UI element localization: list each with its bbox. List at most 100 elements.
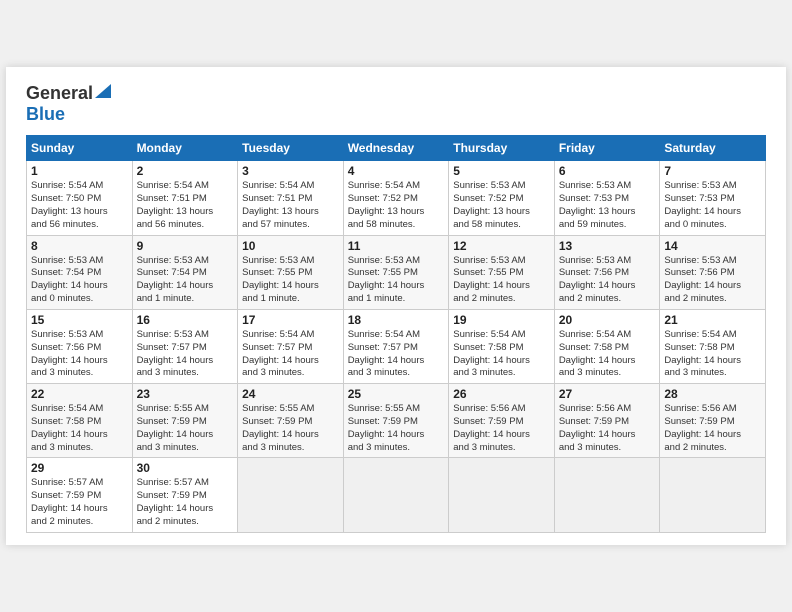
logo-text: General [26, 83, 93, 104]
week-row-5: 29 Sunrise: 5:57 AMSunset: 7:59 PMDayligh… [27, 458, 766, 532]
day-number: 11 [348, 239, 445, 253]
day-header-thursday: Thursday [449, 136, 555, 161]
day-number: 26 [453, 387, 550, 401]
day-cell: 24 Sunrise: 5:55 AMSunset: 7:59 PMDayligh… [238, 384, 344, 458]
day-number: 18 [348, 313, 445, 327]
day-cell: 11 Sunrise: 5:53 AMSunset: 7:55 PMDayligh… [343, 235, 449, 309]
day-cell [238, 458, 344, 532]
day-info: Sunrise: 5:56 AMSunset: 7:59 PMDaylight:… [453, 403, 550, 454]
day-info: Sunrise: 5:57 AMSunset: 7:59 PMDaylight:… [31, 477, 128, 528]
day-cell: 25 Sunrise: 5:55 AMSunset: 7:59 PMDayligh… [343, 384, 449, 458]
day-cell: 30 Sunrise: 5:57 AMSunset: 7:59 PMDayligh… [132, 458, 238, 532]
day-cell: 23 Sunrise: 5:55 AMSunset: 7:59 PMDayligh… [132, 384, 238, 458]
day-number: 3 [242, 164, 339, 178]
day-info: Sunrise: 5:53 AMSunset: 7:56 PMDaylight:… [559, 255, 656, 306]
day-number: 30 [137, 461, 234, 475]
day-cell: 2 Sunrise: 5:54 AMSunset: 7:51 PMDaylight… [132, 161, 238, 235]
day-cell [554, 458, 660, 532]
day-info: Sunrise: 5:53 AMSunset: 7:54 PMDaylight:… [137, 255, 234, 306]
day-cell [343, 458, 449, 532]
day-cell: 4 Sunrise: 5:54 AMSunset: 7:52 PMDaylight… [343, 161, 449, 235]
day-info: Sunrise: 5:53 AMSunset: 7:52 PMDaylight:… [453, 180, 550, 231]
day-number: 28 [664, 387, 761, 401]
day-number: 13 [559, 239, 656, 253]
logo-blue-text: Blue [26, 104, 65, 125]
day-info: Sunrise: 5:54 AMSunset: 7:58 PMDaylight:… [559, 329, 656, 380]
day-info: Sunrise: 5:57 AMSunset: 7:59 PMDaylight:… [137, 477, 234, 528]
day-info: Sunrise: 5:53 AMSunset: 7:53 PMDaylight:… [559, 180, 656, 231]
day-info: Sunrise: 5:54 AMSunset: 7:51 PMDaylight:… [242, 180, 339, 231]
day-info: Sunrise: 5:53 AMSunset: 7:57 PMDaylight:… [137, 329, 234, 380]
day-cell [660, 458, 766, 532]
calendar-table: SundayMondayTuesdayWednesdayThursdayFrid… [26, 135, 766, 532]
day-cell: 20 Sunrise: 5:54 AMSunset: 7:58 PMDayligh… [554, 309, 660, 383]
day-number: 17 [242, 313, 339, 327]
day-info: Sunrise: 5:55 AMSunset: 7:59 PMDaylight:… [348, 403, 445, 454]
day-cell: 14 Sunrise: 5:53 AMSunset: 7:56 PMDayligh… [660, 235, 766, 309]
day-info: Sunrise: 5:53 AMSunset: 7:55 PMDaylight:… [242, 255, 339, 306]
day-info: Sunrise: 5:54 AMSunset: 7:50 PMDaylight:… [31, 180, 128, 231]
week-row-1: 1Sunrise: 5:54 AMSunset: 7:50 PMDaylight… [27, 161, 766, 235]
day-number: 24 [242, 387, 339, 401]
day-cell: 15Sunrise: 5:53 AMSunset: 7:56 PMDayligh… [27, 309, 133, 383]
logo-icon [95, 84, 111, 103]
day-number: 14 [664, 239, 761, 253]
day-info: Sunrise: 5:53 AMSunset: 7:54 PMDaylight:… [31, 255, 128, 306]
day-info: Sunrise: 5:53 AMSunset: 7:53 PMDaylight:… [664, 180, 761, 231]
day-number: 20 [559, 313, 656, 327]
day-info: Sunrise: 5:55 AMSunset: 7:59 PMDaylight:… [242, 403, 339, 454]
day-number: 23 [137, 387, 234, 401]
day-cell: 29 Sunrise: 5:57 AMSunset: 7:59 PMDayligh… [27, 458, 133, 532]
day-info: Sunrise: 5:54 AMSunset: 7:58 PMDaylight:… [453, 329, 550, 380]
day-info: Sunrise: 5:53 AMSunset: 7:55 PMDaylight:… [348, 255, 445, 306]
day-cell: 21Sunrise: 5:54 AMSunset: 7:58 PMDayligh… [660, 309, 766, 383]
day-number: 27 [559, 387, 656, 401]
page-header: General Blue [26, 83, 766, 125]
day-cell: 27 Sunrise: 5:56 AMSunset: 7:59 PMDayligh… [554, 384, 660, 458]
day-number: 4 [348, 164, 445, 178]
day-info: Sunrise: 5:56 AMSunset: 7:59 PMDaylight:… [664, 403, 761, 454]
day-number: 5 [453, 164, 550, 178]
day-info: Sunrise: 5:53 AMSunset: 7:55 PMDaylight:… [453, 255, 550, 306]
day-cell: 26 Sunrise: 5:56 AMSunset: 7:59 PMDayligh… [449, 384, 555, 458]
day-cell: 17 Sunrise: 5:54 AMSunset: 7:57 PMDayligh… [238, 309, 344, 383]
day-number: 29 [31, 461, 128, 475]
day-header-wednesday: Wednesday [343, 136, 449, 161]
day-info: Sunrise: 5:54 AMSunset: 7:57 PMDaylight:… [242, 329, 339, 380]
day-cell: 10 Sunrise: 5:53 AMSunset: 7:55 PMDayligh… [238, 235, 344, 309]
week-row-2: 8 Sunrise: 5:53 AMSunset: 7:54 PMDaylight… [27, 235, 766, 309]
day-cell: 6 Sunrise: 5:53 AMSunset: 7:53 PMDaylight… [554, 161, 660, 235]
day-number: 10 [242, 239, 339, 253]
day-cell: 9 Sunrise: 5:53 AMSunset: 7:54 PMDaylight… [132, 235, 238, 309]
day-number: 12 [453, 239, 550, 253]
day-cell: 19Sunrise: 5:54 AMSunset: 7:58 PMDayligh… [449, 309, 555, 383]
day-header-tuesday: Tuesday [238, 136, 344, 161]
day-header-monday: Monday [132, 136, 238, 161]
day-number: 25 [348, 387, 445, 401]
day-info: Sunrise: 5:56 AMSunset: 7:59 PMDaylight:… [559, 403, 656, 454]
day-info: Sunrise: 5:54 AMSunset: 7:58 PMDaylight:… [31, 403, 128, 454]
day-cell: 7 Sunrise: 5:53 AMSunset: 7:53 PMDaylight… [660, 161, 766, 235]
day-header-friday: Friday [554, 136, 660, 161]
day-number: 2 [137, 164, 234, 178]
day-cell: 12 Sunrise: 5:53 AMSunset: 7:55 PMDayligh… [449, 235, 555, 309]
day-cell: 1Sunrise: 5:54 AMSunset: 7:50 PMDaylight… [27, 161, 133, 235]
day-number: 9 [137, 239, 234, 253]
day-cell: 8 Sunrise: 5:53 AMSunset: 7:54 PMDaylight… [27, 235, 133, 309]
day-info: Sunrise: 5:55 AMSunset: 7:59 PMDaylight:… [137, 403, 234, 454]
day-number: 21 [664, 313, 761, 327]
day-info: Sunrise: 5:54 AMSunset: 7:57 PMDaylight:… [348, 329, 445, 380]
day-info: Sunrise: 5:54 AMSunset: 7:51 PMDaylight:… [137, 180, 234, 231]
day-cell: 5 Sunrise: 5:53 AMSunset: 7:52 PMDaylight… [449, 161, 555, 235]
day-header-sunday: Sunday [27, 136, 133, 161]
day-info: Sunrise: 5:53 AMSunset: 7:56 PMDaylight:… [31, 329, 128, 380]
calendar-page: General Blue SundayMondayTuesdayWednesda… [6, 67, 786, 544]
day-number: 7 [664, 164, 761, 178]
day-number: 8 [31, 239, 128, 253]
day-cell: 13 Sunrise: 5:53 AMSunset: 7:56 PMDayligh… [554, 235, 660, 309]
day-info: Sunrise: 5:53 AMSunset: 7:56 PMDaylight:… [664, 255, 761, 306]
day-number: 6 [559, 164, 656, 178]
day-number: 22 [31, 387, 128, 401]
day-info: Sunrise: 5:54 AMSunset: 7:52 PMDaylight:… [348, 180, 445, 231]
day-header-saturday: Saturday [660, 136, 766, 161]
